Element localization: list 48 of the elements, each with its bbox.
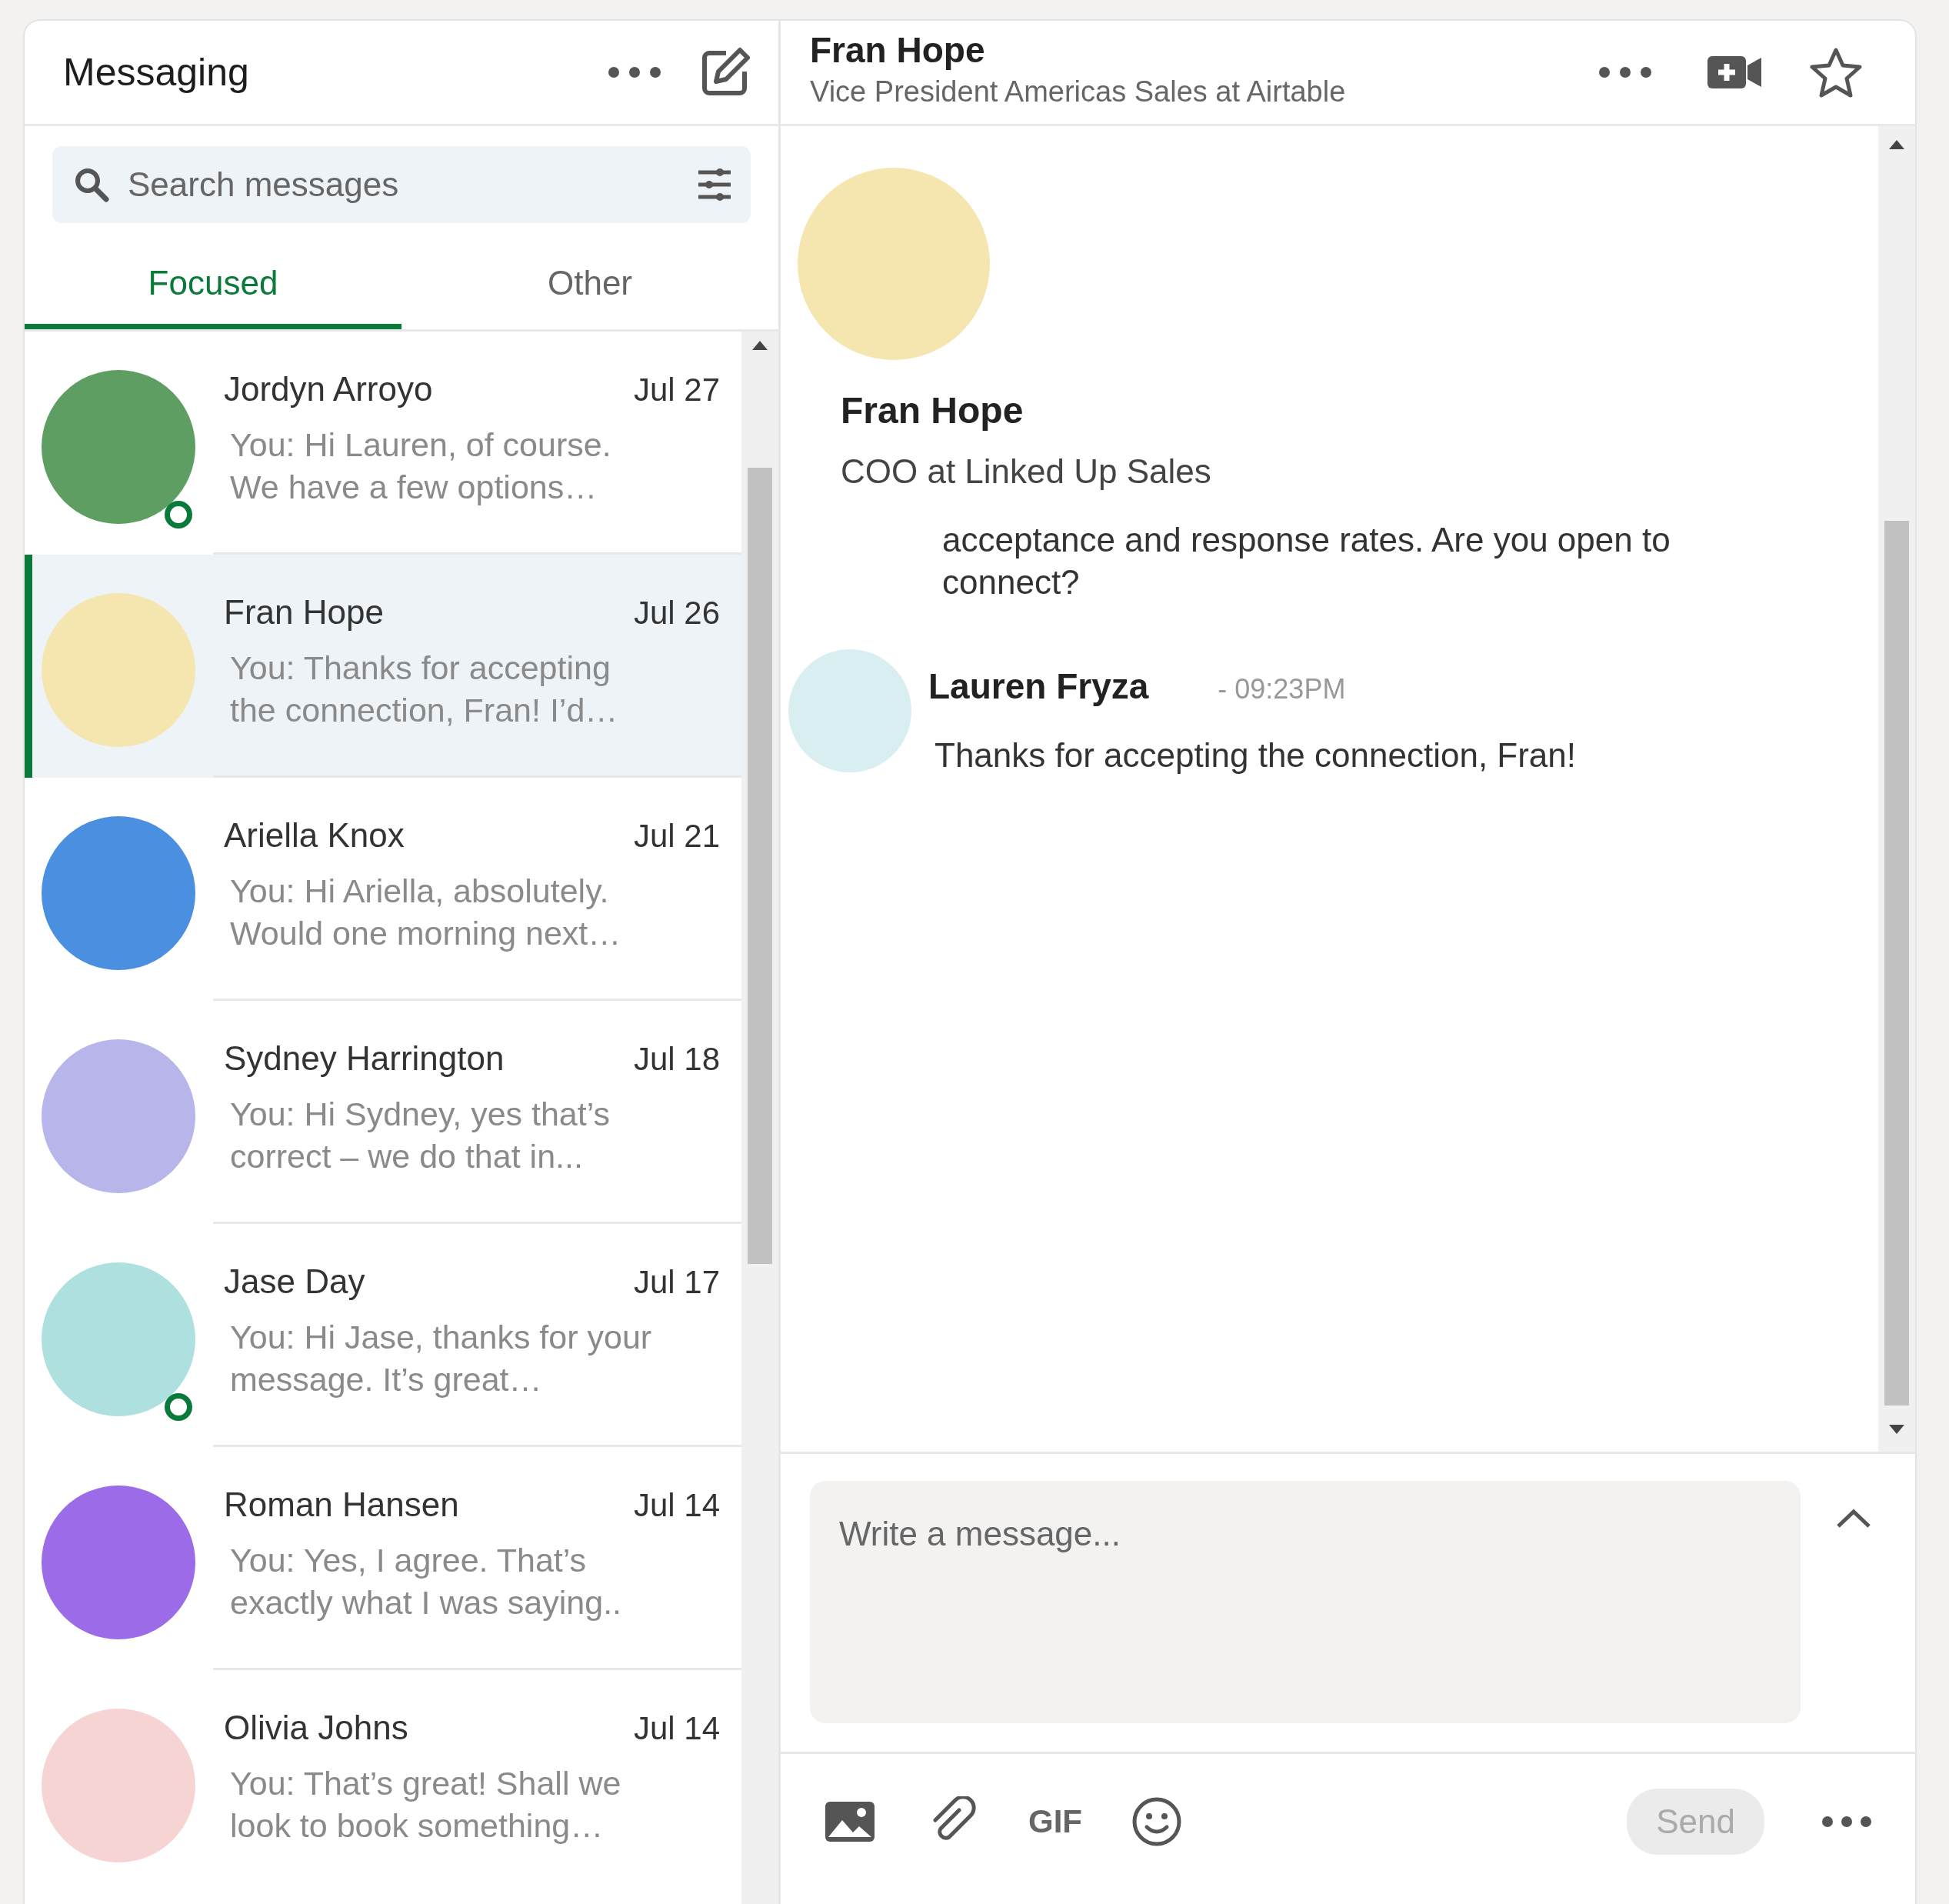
gif-button[interactable]: GIF <box>1028 1797 1082 1846</box>
message-date: Jul 26 <box>633 594 720 632</box>
scroll-up-arrow-icon[interactable] <box>1889 140 1904 149</box>
filter-sliders-icon[interactable] <box>697 168 732 202</box>
conversation-item[interactable]: Olivia Johns Jul 14 You: That’s great! Shall we look to book something… <box>25 1670 741 1893</box>
profile-headline: COO at Linked Up Sales <box>841 452 1212 492</box>
tab[interactable]: Focused <box>25 235 401 329</box>
profile-name: Fran Hope <box>841 389 1024 432</box>
contact-name: Olivia Johns <box>224 1708 408 1748</box>
message-preview: You: That’s great! Shall we look to book something… <box>229 1764 622 1846</box>
scroll-down-arrow-icon[interactable] <box>1889 1425 1904 1434</box>
contact-name: Sydney Harrington <box>224 1039 505 1079</box>
search-icon <box>74 167 109 202</box>
conversation-item[interactable]: Jase Day Jul 17 You: Hi Jase, thanks for your message. It’s great… <box>25 1224 741 1447</box>
contact-name: Jase Day <box>224 1262 365 1302</box>
message-input-field[interactable]: Write a message... <box>810 1481 1801 1723</box>
contact-name: Roman Hansen <box>224 1485 459 1525</box>
contact-name: Fran Hope <box>224 592 384 632</box>
message-preview: You: Thanks for accepting the connection, Fran! I’d… <box>229 649 619 730</box>
search-field[interactable]: Search messages <box>126 158 680 211</box>
message-date: Jul 14 <box>633 1709 720 1748</box>
message-date: Jul 14 <box>633 1486 720 1525</box>
message-preview: You: Hi Jase, thanks for your message. It’s great… <box>229 1318 653 1399</box>
conversation-item[interactable]: Jordyn Arroyo Jul 27 You: Hi Lauren, of course. We have a few options… <box>25 332 741 555</box>
message-date: Jul 18 <box>633 1040 720 1079</box>
panel-title: Messaging <box>63 49 249 95</box>
message-preview: You: Hi Lauren, of course. We have a few options… <box>229 425 612 507</box>
conversation-item[interactable]: Roman Hansen Jul 14 You: Yes, I agree. That’s exactly what I was saying.. <box>25 1447 741 1670</box>
message-date: Jul 17 <box>633 1263 720 1302</box>
conversation-item[interactable]: Fran Hope Jul 26 You: Thanks for accepting the connection, Fran! I’d… <box>25 555 741 778</box>
message-preview: You: Yes, I agree. That’s exactly what I was saying.. <box>229 1541 623 1622</box>
tab[interactable]: Other <box>401 235 778 329</box>
contact-name: Fran Hope <box>810 31 986 70</box>
message-date: Jul 21 <box>633 817 720 855</box>
message-text: acceptance and response rates. Are you open to connect? <box>942 520 1671 602</box>
message-time: - 09:23PM <box>1218 673 1346 705</box>
conversation-item[interactable]: Sydney Harrington Jul 18 You: Hi Sydney, yes that’s correct – we do that in... <box>25 1001 741 1224</box>
message-date: Jul 27 <box>633 371 720 409</box>
message-preview: You: Hi Ariella, absolutely. Would one morning next… <box>229 872 622 953</box>
contact-name: Jordyn Arroyo <box>224 369 433 409</box>
sender-name: Lauren Fryza <box>928 666 1149 706</box>
contact-name: Ariella Knox <box>224 815 405 855</box>
message-text: Thanks for accepting the connection, Fran! <box>935 735 1577 775</box>
scroll-up-arrow-icon[interactable] <box>752 341 768 350</box>
conversation-item[interactable]: Ariella Knox Jul 21 You: Hi Ariella, absolutely. Would one morning next… <box>25 778 741 1001</box>
contact-headline: Vice President Americas Sales at Airtable <box>810 74 1346 109</box>
message-preview: You: Hi Sydney, yes that’s correct – we do that in... <box>229 1095 611 1176</box>
search-bar[interactable]: Search messages <box>52 146 751 223</box>
